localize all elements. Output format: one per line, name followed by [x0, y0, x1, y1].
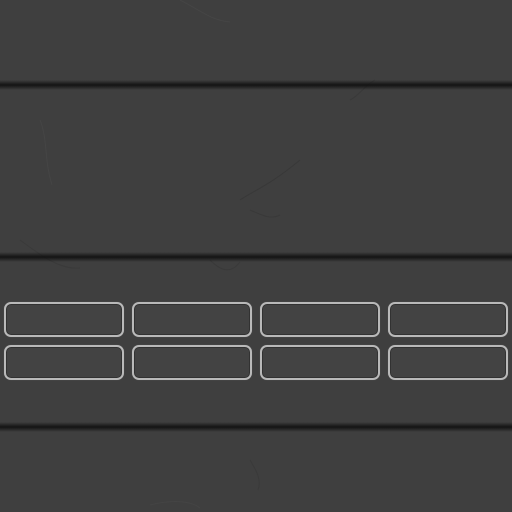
- slot-button-5[interactable]: [4, 345, 124, 380]
- slot-button-4[interactable]: [388, 302, 508, 337]
- slot-button-7[interactable]: [260, 345, 380, 380]
- slot-button-1[interactable]: [4, 302, 124, 337]
- panel-divider-middle: [0, 252, 512, 262]
- slot-button-8[interactable]: [388, 345, 508, 380]
- ui-panel: [0, 0, 512, 512]
- slot-button-6[interactable]: [132, 345, 252, 380]
- slot-grid: [4, 302, 508, 380]
- slot-button-3[interactable]: [260, 302, 380, 337]
- panel-divider-bottom: [0, 422, 512, 432]
- panel-divider-top: [0, 80, 512, 90]
- slot-button-2[interactable]: [132, 302, 252, 337]
